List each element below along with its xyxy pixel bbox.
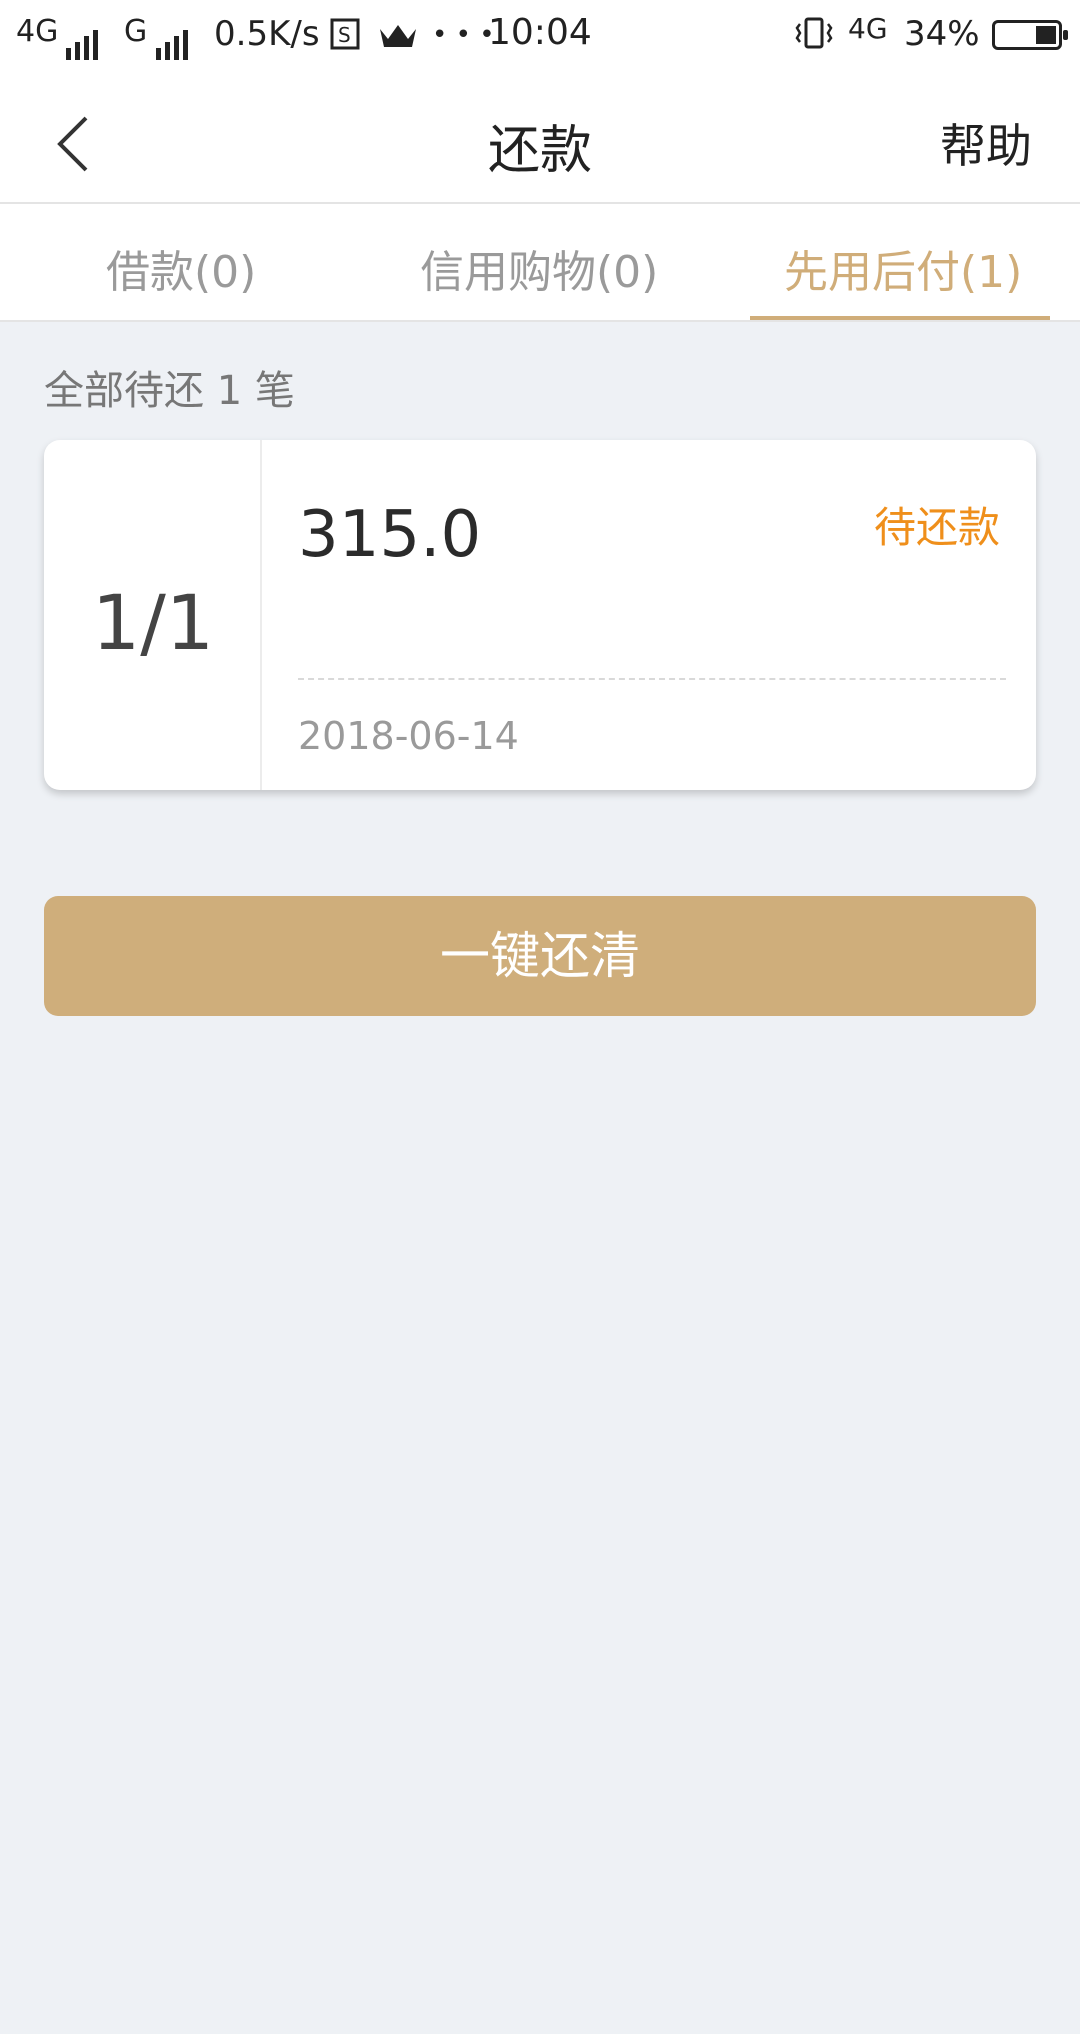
signal-icon xyxy=(66,20,102,60)
repay-all-button[interactable]: 一键还清 xyxy=(44,896,1036,1016)
bill-index-panel: 1/1 xyxy=(44,440,262,790)
bill-status: 待还款 xyxy=(873,503,1000,552)
network-speed: 0.5K/s xyxy=(214,14,320,54)
pending-summary: 全部待还 1 笔 xyxy=(44,368,295,414)
battery-percent: 34% xyxy=(904,14,980,54)
help-button[interactable]: 帮助 xyxy=(940,110,1032,176)
more-dots: • • • xyxy=(432,20,495,50)
network-type-3: 4G xyxy=(848,12,888,45)
tab-loan[interactable]: 借款(0) xyxy=(106,236,256,300)
page-title: 还款 xyxy=(487,121,592,181)
battery-icon xyxy=(992,20,1068,50)
tab-pay-later[interactable]: 先用后付(1) xyxy=(784,236,1022,300)
tab-credit-shopping[interactable]: 信用购物(0) xyxy=(420,236,658,300)
crown-icon xyxy=(378,20,418,60)
svg-text:S: S xyxy=(338,23,351,47)
signal-icon-2 xyxy=(156,20,192,60)
nav-bar: 还款 帮助 xyxy=(0,72,1080,204)
clock: 10:04 xyxy=(488,12,592,53)
active-tab-indicator xyxy=(750,316,1050,320)
bill-card[interactable]: 1/1 315.0 待还款 2018-06-14 xyxy=(44,440,1036,790)
status-bar: 4G G 0.5K/s S • • • 10:04 4G 34% xyxy=(0,0,1080,72)
network-type-1: 4G xyxy=(16,14,59,49)
bill-amount: 315.0 xyxy=(298,498,482,572)
bill-date: 2018-06-14 xyxy=(298,714,519,758)
network-type-2: G xyxy=(124,14,148,49)
sim-icon: S xyxy=(330,18,360,59)
card-divider xyxy=(298,678,1006,680)
bill-index: 1/1 xyxy=(91,578,215,667)
vibrate-icon xyxy=(794,16,834,59)
tab-bar: 借款(0) 信用购物(0) 先用后付(1) xyxy=(0,204,1080,322)
